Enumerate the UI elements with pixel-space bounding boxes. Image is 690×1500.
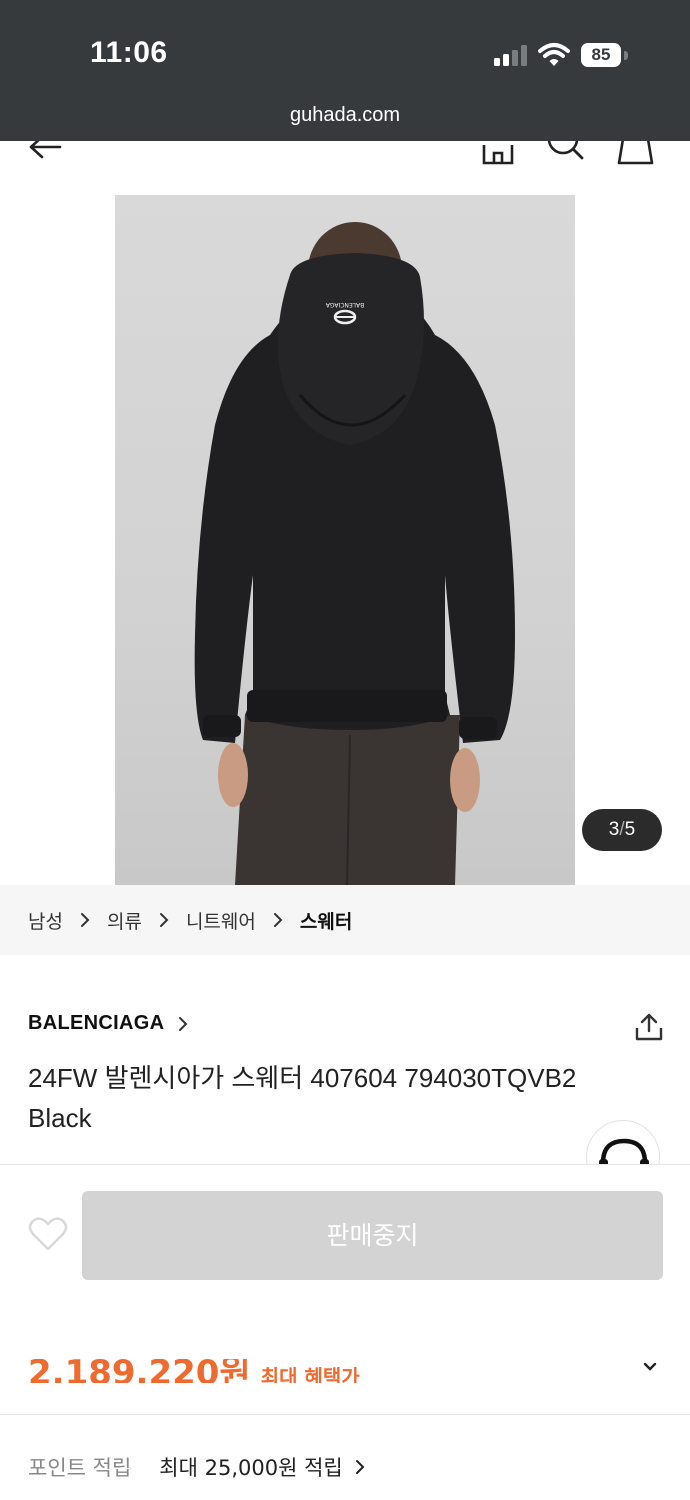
status-time: 11:06 — [90, 36, 168, 69]
brand-name: BALENCIAGA — [28, 1012, 165, 1034]
brand-link[interactable]: BALENCIAGA — [28, 1012, 188, 1035]
battery-icon: 85 — [581, 43, 621, 67]
divider — [0, 1414, 690, 1415]
points-value: 최대 25,000원 적립 — [159, 1456, 343, 1480]
breadcrumb: 남성 의류 니트웨어 스웨터 — [0, 885, 690, 955]
customer-support-circle[interactable] — [586, 1120, 660, 1164]
share-icon[interactable] — [634, 1012, 664, 1042]
breadcrumb-item-sweater[interactable]: 스웨터 — [300, 907, 352, 934]
chevron-right-icon — [159, 913, 169, 927]
points-row[interactable]: 포인트 적립 최대 25,000원 적립 — [28, 1452, 365, 1482]
wifi-icon — [538, 43, 570, 66]
benefit-price-amount: 2,189,220원 — [28, 1359, 251, 1383]
home-icon[interactable] — [481, 141, 515, 165]
arrow-left-icon[interactable] — [28, 141, 62, 161]
shopping-bag-icon[interactable] — [616, 141, 656, 167]
top-nav — [0, 141, 690, 171]
chevron-right-icon — [273, 913, 283, 927]
benefit-price-row[interactable]: 2,189,220원 최대 혜택가 — [28, 1359, 628, 1383]
search-icon[interactable] — [545, 141, 585, 169]
sold-out-button[interactable]: 판매중지 — [82, 1191, 663, 1280]
chevron-right-icon — [80, 913, 90, 927]
breadcrumb-item-clothing[interactable]: 의류 — [107, 907, 142, 934]
cellular-signal-icon — [494, 44, 528, 66]
chevron-right-icon — [179, 1016, 188, 1031]
hoodie-photo: BALENCIAGA — [194, 222, 515, 885]
chevron-down-icon[interactable] — [643, 1362, 657, 1372]
points-label: 포인트 적립 — [28, 1456, 132, 1480]
battery-cap — [624, 51, 628, 60]
image-counter-total: 5 — [624, 819, 636, 840]
benefit-price-label: 최대 혜택가 — [260, 1365, 360, 1383]
status-bar: 11:06 85 guhada.com — [0, 0, 690, 141]
image-counter-badge: 3/5 — [582, 809, 662, 851]
chevron-right-icon — [355, 1460, 365, 1474]
address-bar-url[interactable]: guhada.com — [0, 104, 690, 127]
breadcrumb-item-men[interactable]: 남성 — [28, 907, 63, 934]
benefit-price: 2,189,220원 최대 혜택가 — [28, 1359, 360, 1383]
heart-icon[interactable] — [28, 1216, 68, 1252]
logo-text: BALENCIAGA — [325, 301, 364, 308]
customer-support-button[interactable] — [586, 1120, 660, 1164]
breadcrumb-item-knitwear[interactable]: 니트웨어 — [186, 907, 256, 934]
image-counter-current: 3 — [608, 819, 620, 840]
headset-icon — [599, 1138, 649, 1164]
product-title: 24FW 발렌시아가 스웨터 407604 794030TQVB2 Black — [28, 1063, 577, 1133]
product-image[interactable]: BALENCIAGA — [115, 195, 575, 885]
product-gallery[interactable]: BALENCIAGA 3/5 — [0, 171, 690, 885]
